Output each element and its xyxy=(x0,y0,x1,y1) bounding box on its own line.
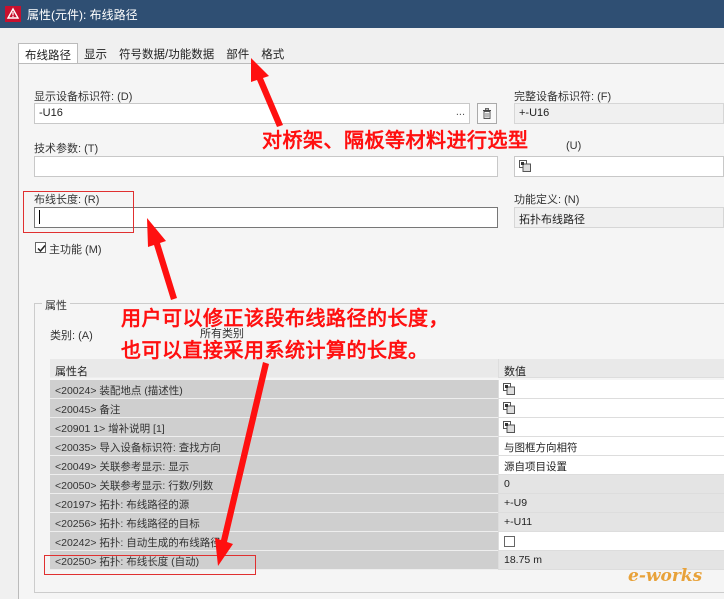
annotation-arrows xyxy=(147,58,283,566)
arrow-to-length-field xyxy=(147,218,177,300)
annotation-bottom-line2: 也可以直接采用系统计算的长度。 xyxy=(121,340,429,362)
annotation-bottom-line1: 用户可以修正该段布线路径的长度， xyxy=(121,308,449,330)
annotation-top: 对桥架、隔板等材料进行选型 xyxy=(262,130,529,152)
arrow-to-parts-tab xyxy=(251,58,283,127)
arrow-to-auto-length xyxy=(215,362,269,566)
eworks-watermark: e-works xyxy=(628,566,703,586)
